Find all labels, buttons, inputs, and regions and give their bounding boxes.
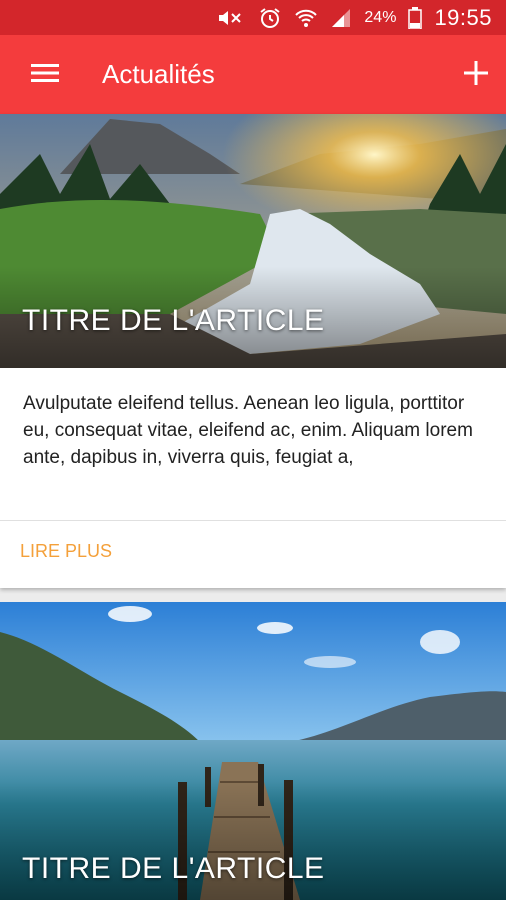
clock: 19:55 bbox=[434, 4, 492, 30]
plus-icon bbox=[463, 60, 489, 90]
app-bar: Actualités bbox=[0, 35, 506, 114]
mute-icon bbox=[216, 7, 246, 29]
article-card: TITRE DE L'ARTICLE Avulputate eleifend t… bbox=[0, 114, 506, 588]
status-bar: 24% 19:55 bbox=[0, 0, 506, 35]
page-title: Actualités bbox=[102, 59, 215, 89]
wifi-icon bbox=[294, 7, 318, 29]
article-title: TITRE DE L'ARTICLE bbox=[22, 852, 325, 885]
hamburger-menu-icon bbox=[31, 63, 59, 87]
menu-button[interactable] bbox=[0, 35, 90, 114]
signal-icon bbox=[330, 7, 352, 29]
alarm-icon bbox=[258, 6, 282, 30]
read-more-button[interactable]: LIRE PLUS bbox=[0, 521, 132, 582]
battery-percent: 24% bbox=[364, 8, 397, 26]
article-title: TITRE DE L'ARTICLE bbox=[22, 304, 325, 337]
article-image[interactable]: TITRE DE L'ARTICLE bbox=[0, 114, 506, 368]
article-image[interactable]: TITRE DE L'ARTICLE bbox=[0, 602, 506, 900]
add-button[interactable] bbox=[446, 35, 506, 114]
battery-icon bbox=[408, 6, 423, 29]
article-card: TITRE DE L'ARTICLE bbox=[0, 602, 506, 900]
article-excerpt: Avulputate eleifend tellus. Aenean leo l… bbox=[23, 393, 473, 468]
